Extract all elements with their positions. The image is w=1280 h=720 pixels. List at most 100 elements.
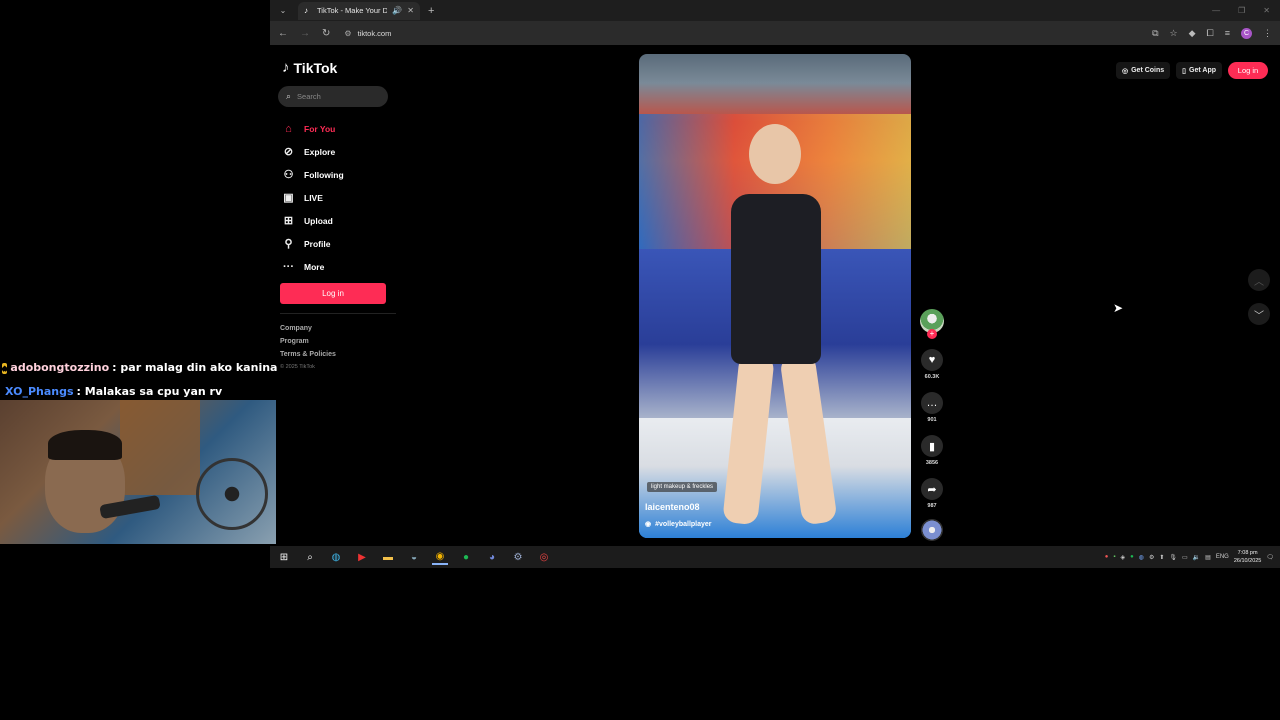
windows-start-icon[interactable]: ⊞: [276, 549, 292, 565]
get-app-label: Get App: [1189, 67, 1216, 74]
taskbar-apps: ⊞ ⌕ ◍ ▶ ▬ ◒ ◉ ● ◕ ⚙ ◎: [276, 549, 552, 565]
minimize-icon[interactable]: —: [1212, 6, 1220, 15]
close-tab-icon[interactable]: ✕: [407, 6, 414, 15]
site-info-icon[interactable]: ⚙: [344, 29, 351, 38]
extensions-puzzle-icon[interactable]: ⧠: [1207, 28, 1214, 39]
tray-app-icon[interactable]: ⬆: [1159, 554, 1164, 561]
menu-kebab-icon[interactable]: ⋮: [1263, 28, 1272, 39]
browser-toolbar: ← → ↻ ⚙ tiktok.com ⧉ ☆ ◆ ⧠ ≡ C ⋮: [270, 21, 1280, 45]
search-input[interactable]: ⌕ Search: [278, 86, 388, 107]
comment-button[interactable]: …: [921, 392, 943, 414]
sidebar-item-upload[interactable]: ⊞ Upload: [282, 209, 392, 232]
tray-app-icon[interactable]: ◍: [1139, 554, 1144, 561]
bookmark-star-icon[interactable]: ☆: [1170, 28, 1178, 39]
share-button[interactable]: ➦: [921, 478, 943, 500]
tiktok-logo[interactable]: ♪ TikTok: [282, 59, 337, 76]
chat-icon[interactable]: ▤: [1205, 554, 1211, 561]
tab-strip: ⌄ ♪ TikTok - Make Your Day 🔊 ✕ + — ❐ ✕: [270, 0, 1280, 21]
tray-app-icon[interactable]: ●: [1105, 554, 1109, 560]
like-count: 60.3K: [924, 374, 940, 380]
taskbar-clock[interactable]: 7:08 pm 26/10/2025: [1234, 549, 1262, 565]
more-icon: ···: [283, 260, 294, 273]
chevron-down-icon: ﹀: [1254, 310, 1264, 322]
maximize-icon[interactable]: ❐: [1238, 6, 1245, 15]
taskbar-search-icon[interactable]: ⌕: [302, 549, 318, 565]
new-tab-icon[interactable]: +: [428, 5, 434, 17]
url-text: tiktok.com: [357, 28, 392, 38]
search-placeholder: Search: [297, 92, 321, 101]
install-icon[interactable]: ⧉: [1152, 28, 1158, 39]
tray-app-icon[interactable]: ●: [1130, 554, 1134, 560]
sidebar-item-label: Explore: [304, 146, 336, 157]
audio-icon[interactable]: 🔊: [392, 6, 402, 15]
volume-icon[interactable]: 🔉: [1193, 554, 1200, 561]
streamer-webcam: [0, 400, 276, 544]
chat-username: XO_Phangs: [5, 385, 74, 398]
top-login-button[interactable]: Log in: [1228, 62, 1268, 79]
mouse-cursor-icon: ➤: [1113, 301, 1124, 315]
sidebar-item-label: Following: [304, 169, 344, 180]
dancer-torso: [731, 194, 821, 364]
recorder-icon[interactable]: ◎: [536, 549, 552, 565]
address-bar[interactable]: ⚙ tiktok.com: [344, 25, 391, 42]
back-icon[interactable]: ←: [278, 28, 288, 39]
sidebar-item-for-you[interactable]: ⌂ For You: [282, 117, 392, 140]
extension-diamond-icon[interactable]: ◆: [1189, 28, 1196, 39]
sidebar-item-explore[interactable]: ⊘ Explore: [282, 140, 392, 163]
language-indicator[interactable]: ENG: [1216, 554, 1229, 560]
heart-icon: ♥: [928, 354, 936, 366]
music-disc-icon[interactable]: [921, 519, 943, 541]
dancer-leg: [779, 352, 838, 526]
sidebar-login-button[interactable]: Log in: [280, 283, 386, 304]
stream-chat-overlay: ◆ adobongtozzino : par malag din ako kan…: [2, 356, 277, 404]
video-player[interactable]: light makeup & freckles laicenteno08 ◉ #…: [639, 54, 911, 538]
next-video-button[interactable]: ﹀: [1248, 303, 1270, 325]
notification-icon[interactable]: 🗨: [1266, 554, 1274, 561]
tab-search-icon[interactable]: ⌄: [276, 4, 290, 18]
sidebar-item-live[interactable]: ▣ LIVE: [282, 186, 392, 209]
creator-avatar[interactable]: +: [920, 309, 944, 339]
tray-app-icon[interactable]: ◈: [1120, 554, 1125, 561]
settings-app-icon[interactable]: ⚙: [510, 549, 526, 565]
profile-avatar[interactable]: C: [1241, 27, 1252, 39]
network-icon[interactable]: ▭: [1182, 554, 1188, 561]
get-coins-button[interactable]: ◎ Get Coins: [1116, 62, 1171, 79]
media-control-icon[interactable]: ≡: [1225, 28, 1230, 38]
footer-link-terms[interactable]: Terms & Policies: [280, 351, 336, 358]
sidebar-item-profile[interactable]: ⚲ Profile: [282, 232, 392, 255]
edge-icon[interactable]: ◍: [328, 549, 344, 565]
spotify-icon[interactable]: ●: [458, 549, 474, 565]
close-window-icon[interactable]: ✕: [1263, 6, 1270, 15]
music-icon: ◉: [645, 521, 652, 528]
tab-tiktok[interactable]: ♪ TikTok - Make Your Day 🔊 ✕: [298, 1, 420, 20]
clock-time: 7:08 pm: [1237, 550, 1258, 556]
footer-link-program[interactable]: Program: [280, 338, 336, 345]
chevron-up-icon: ︿: [1254, 276, 1264, 288]
tray-app-icon[interactable]: ⚙: [1149, 554, 1154, 561]
get-app-button[interactable]: ▯ Get App: [1176, 62, 1222, 79]
discord-icon[interactable]: ◕: [484, 549, 500, 565]
steam-icon[interactable]: ◒: [406, 549, 422, 565]
video-hashtag[interactable]: ◉ #volleyballplayer: [645, 520, 712, 529]
footer-link-company[interactable]: Company: [280, 325, 336, 332]
like-button[interactable]: ♥: [921, 349, 943, 371]
sidebar-item-following[interactable]: ⚇ Following: [282, 163, 392, 186]
sidebar-item-more[interactable]: ··· More: [282, 255, 392, 278]
video-effect-tag[interactable]: light makeup & freckles: [647, 482, 718, 492]
forward-icon[interactable]: →: [300, 28, 310, 39]
sidebar-item-label: LIVE: [304, 192, 323, 203]
get-coins-label: Get Coins: [1131, 67, 1165, 74]
video-author[interactable]: laicenteno08: [645, 502, 700, 512]
reload-icon[interactable]: ↻: [322, 28, 330, 39]
tab-title: TikTok - Make Your Day: [317, 6, 388, 15]
microphone-icon[interactable]: 🎙: [1169, 554, 1177, 561]
follow-plus-icon[interactable]: +: [927, 329, 937, 339]
save-button[interactable]: ▮: [921, 435, 943, 457]
tray-app-icon[interactable]: ▪: [1113, 554, 1115, 560]
chrome-icon[interactable]: ◉: [432, 549, 448, 565]
previous-video-button[interactable]: ︿: [1248, 269, 1270, 291]
following-icon: ⚇: [283, 169, 294, 181]
home-icon: ⌂: [285, 122, 292, 135]
file-explorer-icon[interactable]: ▬: [380, 549, 396, 565]
media-player-icon[interactable]: ▶: [354, 549, 370, 565]
